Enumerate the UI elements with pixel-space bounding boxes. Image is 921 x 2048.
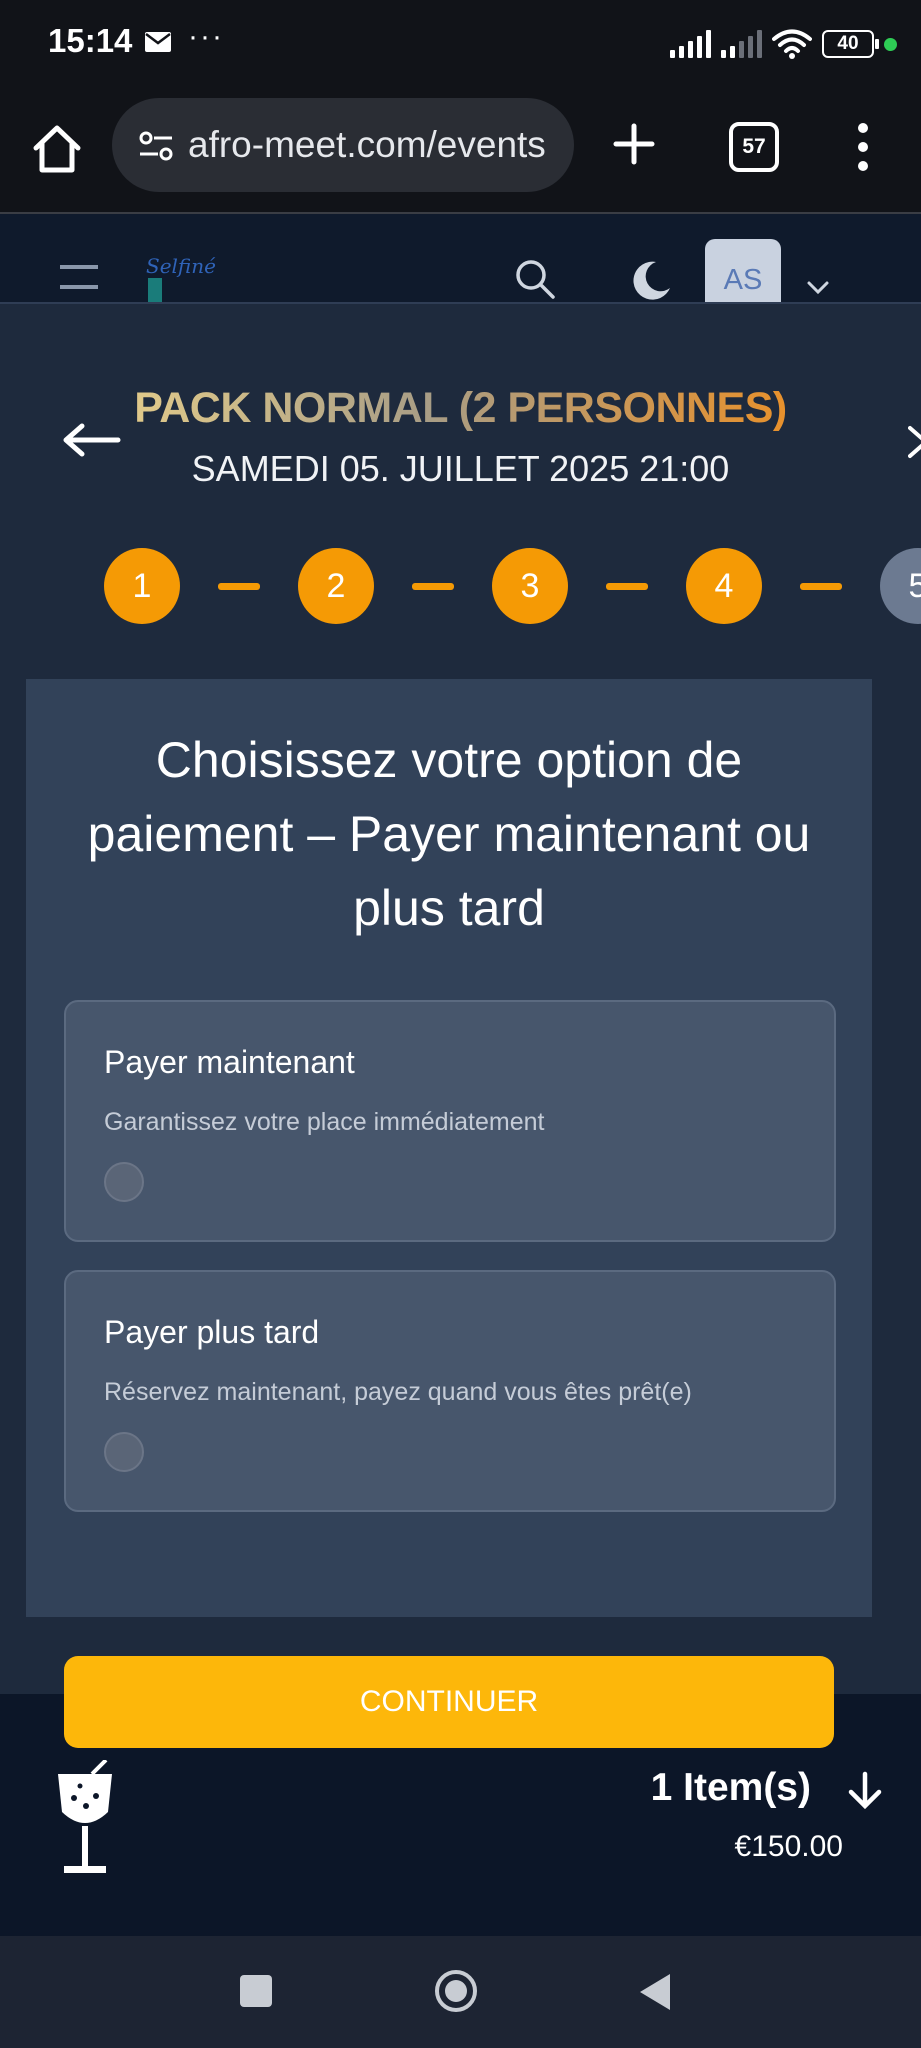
step-1[interactable]: 1 (104, 548, 180, 624)
site-logo-text: Selfiné (146, 254, 216, 278)
more-notifications-icon: ··· (188, 20, 224, 53)
signal-icon (670, 30, 711, 58)
step-connector (800, 582, 842, 590)
dark-mode-toggle-icon[interactable] (628, 258, 672, 302)
user-avatar[interactable]: AS (705, 239, 781, 302)
wifi-icon (772, 29, 812, 59)
mail-icon (145, 32, 171, 52)
event-date: SAMEDI 05. JUILLET 2025 21:00 (191, 448, 730, 489)
privacy-indicator-dot (884, 37, 897, 51)
site-header: Selfiné AS (0, 214, 921, 304)
step-connector (412, 582, 454, 590)
event-title-text: PACK NORMAL (2 PERSONNES) (134, 384, 787, 432)
step-4[interactable]: 4 (686, 548, 762, 624)
option-title: Payer maintenant (104, 1044, 355, 1080)
step-5[interactable]: 5 (880, 548, 921, 624)
search-icon[interactable] (514, 258, 556, 300)
option-description: Garantissez votre place immédiatement (104, 1108, 545, 1136)
status-icons: 40 (670, 24, 897, 64)
continue-button[interactable]: CONTINUER (64, 1656, 834, 1748)
browser-toolbar: afro-meet.com/events 57 (0, 88, 921, 214)
back-nav-icon[interactable] (638, 1972, 672, 2012)
step-2[interactable]: 2 (298, 548, 374, 624)
logo-mark (148, 278, 162, 302)
pay-now-radio[interactable] (104, 1162, 144, 1202)
cart-total: €150.00 (734, 1830, 843, 1863)
status-time: 15:14 (48, 22, 133, 59)
chevron-down-icon[interactable] (806, 280, 830, 296)
step-3[interactable]: 3 (492, 548, 568, 624)
cart-item-count[interactable]: 1 Item(s) (651, 1766, 811, 1810)
step-connector (218, 582, 260, 590)
option-description: Réservez maintenant, payez quand vous êt… (104, 1378, 692, 1406)
site-logo[interactable]: Selfiné (146, 254, 222, 302)
new-tab-icon[interactable] (612, 122, 656, 166)
event-title: PACK NORMAL (2 PERSONNES) (0, 384, 921, 433)
home-nav-icon[interactable] (434, 1969, 478, 2013)
home-icon[interactable] (30, 122, 84, 176)
close-icon[interactable] (908, 424, 921, 460)
tab-switcher-button[interactable]: 57 (729, 122, 779, 172)
arrow-down-icon[interactable] (845, 1770, 885, 1810)
payment-options-panel: Choisissez votre option de paiement – Pa… (26, 679, 872, 1617)
cocktail-glass-icon (58, 1760, 112, 1873)
url-text[interactable]: afro-meet.com/events (188, 124, 560, 168)
payment-option-pay-now[interactable]: Payer maintenant Garantissez votre place… (64, 1000, 836, 1242)
payment-heading: Choisissez votre option de paiement – Pa… (87, 732, 811, 936)
status-bar: 15:14 ··· 40 (0, 0, 921, 88)
address-bar[interactable]: afro-meet.com/events (112, 98, 574, 192)
browser-menu-icon[interactable] (856, 122, 870, 172)
step-connector (606, 582, 648, 590)
site-settings-icon[interactable] (138, 128, 174, 164)
step-progress: 1 2 3 4 5 (104, 548, 921, 624)
option-title: Payer plus tard (104, 1314, 320, 1350)
system-navigation-bar (0, 1936, 921, 2048)
signal-icon (721, 30, 762, 58)
pay-later-radio[interactable] (104, 1432, 144, 1472)
recents-icon[interactable] (240, 1975, 272, 2007)
payment-option-pay-later[interactable]: Payer plus tard Réservez maintenant, pay… (64, 1270, 836, 1512)
hamburger-menu-icon[interactable] (60, 264, 98, 290)
battery-icon: 40 (822, 30, 879, 58)
